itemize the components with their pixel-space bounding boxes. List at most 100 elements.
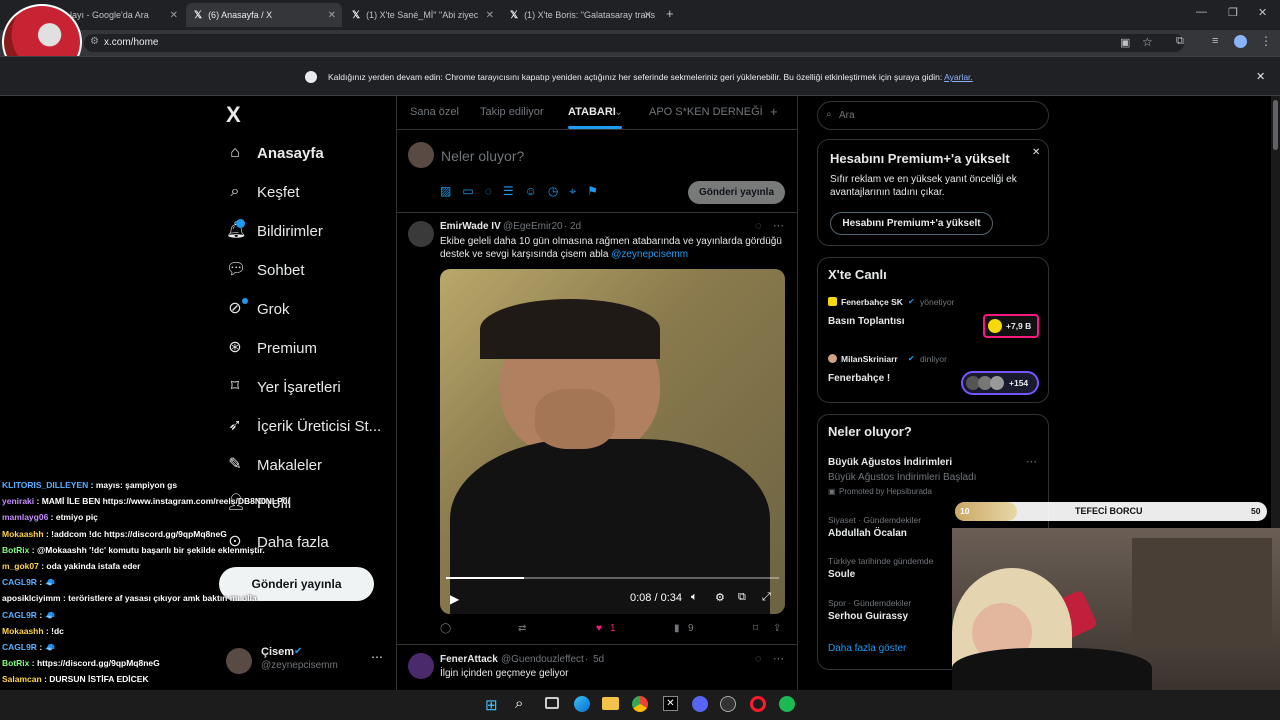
tab-following[interactable]: Takip ediliyor [480, 106, 544, 118]
chat-user[interactable]: CAGL9R [2, 610, 37, 620]
image-icon[interactable]: ▨ [440, 184, 451, 199]
close-icon[interactable]: ✕ [170, 10, 178, 21]
tweet-author[interactable]: FenerAttack [440, 654, 498, 665]
more-dots-icon[interactable]: ⋯ [371, 650, 383, 664]
flag-icon[interactable]: ⚑ [587, 184, 598, 199]
screen-share-icon[interactable]: ▣ [1120, 36, 1130, 49]
close-icon[interactable]: ✕ [644, 10, 652, 21]
add-tab-icon[interactable]: + [770, 104, 778, 119]
new-tab-icon[interactable]: + [666, 6, 674, 21]
task-view-icon[interactable] [545, 697, 559, 709]
nav-grok[interactable]: ⊘ Grok [226, 300, 289, 318]
url-text[interactable]: x.com/home [104, 37, 158, 48]
composer-post-button[interactable]: Gönderi yayınla [688, 181, 785, 204]
trend-item[interactable]: Büyük Ağustos İndirimleri Büyük Ağustos … [828, 455, 1040, 501]
composer-input[interactable]: Neler oluyor? [441, 148, 524, 164]
search-input[interactable]: ⌕ Ara [817, 101, 1049, 130]
nav-explore[interactable]: ⌕ Keşfet [226, 183, 300, 201]
schedule-icon[interactable]: ◷ [548, 184, 558, 199]
trend-item[interactable]: Siyaset · Gündemdekiler Abdullah Öcalan [828, 515, 958, 543]
settings-link[interactable]: Ayarlar. [944, 72, 973, 82]
browser-tab[interactable]: 𝕏 (1) X'te Boris: "Galatasaray trans ✕ [502, 4, 658, 26]
opera-icon[interactable] [750, 696, 766, 712]
views-icon[interactable]: ▮ [674, 623, 680, 634]
poll-icon[interactable]: ☰ [503, 184, 514, 199]
tweet-author[interactable]: EmirWade IV [440, 221, 501, 232]
nav-premium[interactable]: ⊛ Premium [226, 339, 317, 357]
close-icon[interactable]: ✕ [486, 10, 494, 21]
video-player[interactable]: ▶ 0:08 / 0:34 🔈︎ ⚙ ⧉ ⤢ [440, 269, 785, 614]
star-icon[interactable]: ☆ [1142, 35, 1153, 49]
close-icon[interactable]: ✕ [1032, 147, 1040, 158]
tweet[interactable]: EmirWade IV @EgeEmir20 · 2d ◌ ⋯ Ekibe ge… [397, 213, 797, 643]
grok-icon[interactable]: ◌ [485, 184, 492, 199]
chat-user[interactable]: CAGL9R [2, 642, 37, 652]
volume-icon[interactable]: 🔈︎ [691, 591, 698, 604]
chat-user[interactable]: BotRix [2, 658, 29, 668]
live-item[interactable]: Fenerbahçe SK ✔ yönetiyor Basın Toplantı… [828, 296, 1040, 342]
browser-tab[interactable]: layı - Google'da Ara ✕ [62, 4, 184, 26]
site-info-icon[interactable]: ⚙ [90, 36, 99, 47]
emoji-icon[interactable]: ☺ [525, 184, 537, 199]
tweet-time[interactable]: 2d [570, 221, 581, 232]
x-app-icon[interactable]: ✕ [663, 696, 678, 711]
chat-user[interactable]: BotRix [2, 545, 29, 555]
discord-icon[interactable] [692, 696, 708, 712]
trend-item[interactable]: Türkiye tarihinde gündemde Soule [828, 556, 958, 584]
tab-atabari[interactable]: ATABARI [568, 106, 616, 118]
tweet-handle[interactable]: @EgeEmir20 [503, 221, 563, 232]
tweet-handle[interactable]: @Guendouzleffect [501, 654, 584, 665]
menu-icon[interactable]: ⋮ [1260, 34, 1272, 48]
chat-user[interactable]: CAGL9R [2, 577, 37, 587]
gif-icon[interactable]: ▭ [462, 184, 473, 199]
x-logo[interactable]: X [226, 102, 241, 128]
nav-home[interactable]: ⌂ Anasayfa [226, 144, 324, 162]
chat-user[interactable]: aposiklciyimm [2, 593, 61, 603]
more-dots-icon[interactable]: ⋯ [1026, 455, 1037, 468]
share-icon[interactable]: ⇪ [773, 623, 781, 634]
trend-item[interactable]: Spor · Gündemdekiler Serhou Guirassy [828, 598, 958, 626]
location-icon[interactable]: ⌖ [569, 184, 576, 199]
chat-user[interactable]: Salamcan [2, 674, 42, 684]
minimize-icon[interactable]: — [1196, 6, 1207, 18]
chat-user[interactable]: mamlayg06 [2, 512, 48, 522]
tab-for-you[interactable]: Sana özel [410, 106, 459, 118]
reply-icon[interactable]: ◯ [440, 623, 451, 634]
browser-tab[interactable]: 𝕏 (1) X'te Sané_Mİ" "Abi ziyec ✕ [344, 4, 500, 26]
close-window-icon[interactable]: ✕ [1258, 6, 1267, 19]
extensions-icon[interactable]: ⧉ [1176, 35, 1184, 48]
premium-upgrade-button[interactable]: Hesabını Premium+'a yükselt [830, 212, 993, 235]
maximize-icon[interactable]: ❐ [1228, 6, 1238, 19]
fullscreen-icon[interactable]: ⤢ [762, 591, 771, 604]
spotify-icon[interactable] [779, 696, 795, 712]
chat-user[interactable]: Mokaashh [2, 529, 44, 539]
bookmark-icon[interactable]: ⌑ [753, 623, 758, 634]
address-bar[interactable]: ⚙ x.com/home [84, 34, 1184, 52]
file-explorer-icon[interactable] [602, 697, 619, 710]
nav-bookmarks[interactable]: ⌑ Yer İşaretleri [226, 378, 341, 396]
tweet-time[interactable]: 5d [593, 654, 604, 665]
profile-avatar[interactable] [1234, 35, 1247, 48]
account-switcher[interactable]: Çisem ✔ @zeynepcisemm ⋯ [226, 646, 394, 676]
obs-icon[interactable] [720, 696, 736, 712]
chevron-down-icon[interactable]: ⌄ [614, 105, 623, 118]
chat-user[interactable]: Mokaashh [2, 626, 44, 636]
like-icon[interactable]: ♥ [596, 623, 602, 634]
nav-chat[interactable]: 💬︎ Sohbet [226, 261, 305, 279]
grok-icon[interactable]: ◌ [755, 653, 762, 665]
edge-icon[interactable] [574, 696, 590, 712]
grok-icon[interactable]: ◌ [755, 220, 762, 232]
settings-icon[interactable]: ⚙ [715, 591, 725, 604]
close-icon[interactable]: ✕ [1256, 70, 1265, 83]
chat-user[interactable]: yeniraki [2, 496, 34, 506]
windows-start-icon[interactable]: ⊞ [485, 696, 498, 714]
live-item[interactable]: MilanSkriniarr ✔ dinliyor Fenerbahçe ! +… [828, 353, 1040, 399]
search-icon[interactable]: ⌕ [515, 695, 523, 712]
nav-creator-studio[interactable]: ➶ İçerik Üreticisi St... [226, 417, 381, 435]
reading-list-icon[interactable]: ≡ [1212, 35, 1218, 47]
more-dots-icon[interactable]: ⋯ [773, 652, 784, 665]
close-icon[interactable]: ✕ [328, 10, 336, 21]
chat-user[interactable]: KLITORIS_DILLEYEN [2, 480, 88, 490]
play-icon[interactable]: ▶ [450, 592, 459, 606]
retweet-icon[interactable]: ⇄ [518, 623, 526, 634]
